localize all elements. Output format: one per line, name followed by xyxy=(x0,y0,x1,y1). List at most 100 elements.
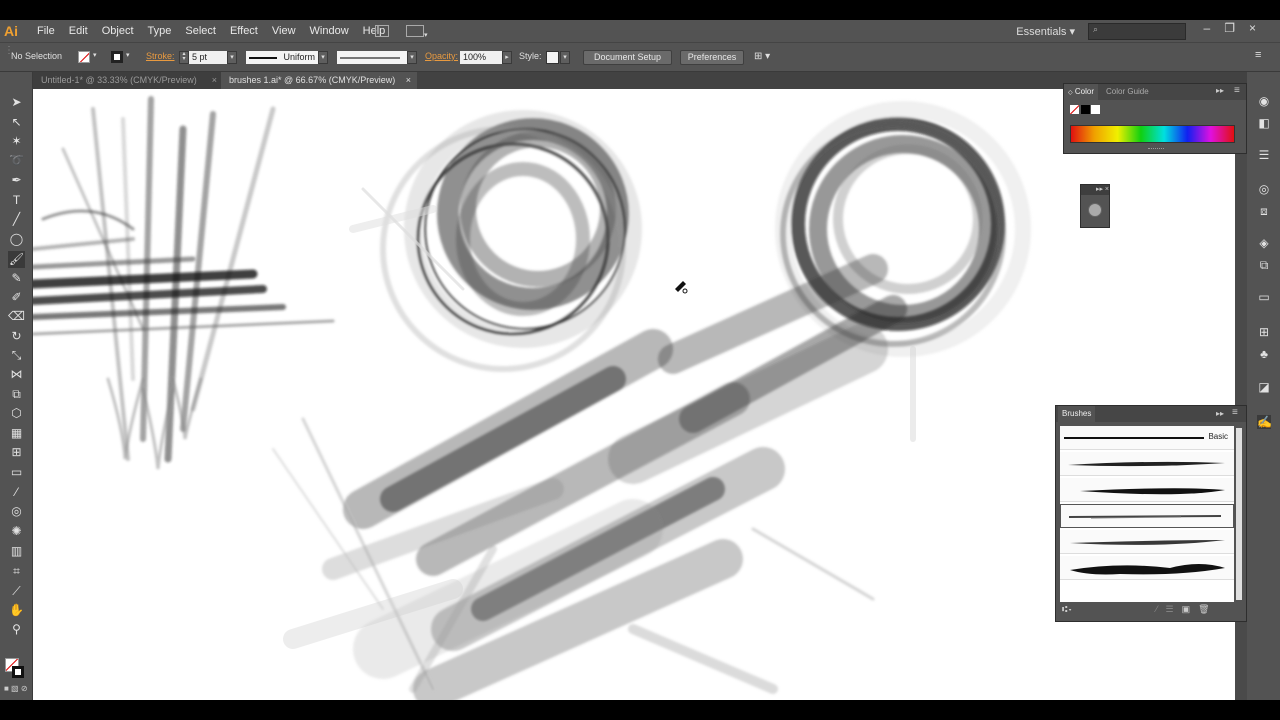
variable-width-profile[interactable]: Uniform xyxy=(246,51,318,64)
preferences-button[interactable]: Preferences xyxy=(680,50,744,65)
menu-file[interactable]: File xyxy=(30,25,62,37)
swatches-icon[interactable]: ☰ xyxy=(1257,148,1271,162)
slice-tool-icon[interactable]: ⟋ xyxy=(8,583,25,600)
collapse-panel-icon[interactable]: ▸▸ xyxy=(1216,409,1224,418)
type-tool-icon[interactable]: T xyxy=(8,192,25,209)
color-guide-icon[interactable]: ◧ xyxy=(1257,116,1271,130)
arrange-documents-icon[interactable]: ▾ xyxy=(406,25,428,40)
brush-libraries-menu-icon[interactable]: ⑆▾ xyxy=(1062,604,1073,614)
shape-builder-tool-icon[interactable]: ⬡ xyxy=(8,405,25,422)
options-icon[interactable]: ☰ xyxy=(1166,604,1182,614)
scale-tool-icon[interactable]: ⤡ xyxy=(8,347,25,364)
gradient-tool-icon[interactable]: ▭ xyxy=(8,464,25,481)
line-tool-icon[interactable]: ╱ xyxy=(8,211,25,228)
color-mode-icons[interactable]: ■ ▧ ⊘ xyxy=(4,684,30,694)
tab-untitled-1[interactable]: Untitled-1* @ 33.33% (CMYK/Preview) × xyxy=(33,72,223,89)
tab-color[interactable]: ◇ Color xyxy=(1064,84,1098,100)
remove-stroke-icon[interactable]: ⁄ xyxy=(1156,604,1166,614)
brush-row[interactable] xyxy=(1060,556,1234,580)
blend-tool-icon[interactable]: ◎ xyxy=(8,503,25,520)
stroke-color-swatch[interactable] xyxy=(12,666,24,678)
artboards-icon[interactable]: ⧉ xyxy=(1257,258,1271,272)
close-icon[interactable]: × xyxy=(406,72,411,89)
stroke-dropdown-icon[interactable]: ▾ xyxy=(126,51,130,59)
pen-tool-icon[interactable]: ✒ xyxy=(8,172,25,189)
artboard-tool-icon[interactable]: ⌗ xyxy=(8,563,25,580)
tab-color-guide[interactable]: Color Guide xyxy=(1102,84,1153,100)
graphic-style-swatch[interactable] xyxy=(546,51,559,64)
color-panel-icon[interactable]: ◉ xyxy=(1257,94,1271,108)
delete-brush-icon[interactable]: 🗑 xyxy=(1198,604,1217,614)
color-spectrum-bar[interactable] xyxy=(1070,125,1235,143)
brush-definition-dropdown[interactable]: ▾ xyxy=(407,51,417,64)
layers-icon[interactable]: ◈ xyxy=(1257,236,1271,250)
ellipse-tool-icon[interactable]: ◯ xyxy=(8,231,25,248)
stroke-label[interactable]: Stroke: xyxy=(146,51,175,61)
brush-row[interactable] xyxy=(1060,478,1234,502)
pathfinder-icon[interactable]: ◪ xyxy=(1257,380,1271,394)
black-swatch[interactable] xyxy=(1081,105,1090,114)
blob-brush-tool-icon[interactable]: ✐ xyxy=(8,289,25,306)
brush-row-selected[interactable] xyxy=(1060,504,1234,528)
stroke-stepper[interactable]: ▴ ▾ xyxy=(179,51,189,64)
menu-view[interactable]: View xyxy=(265,25,303,37)
stroke-swatch[interactable] xyxy=(111,51,123,63)
tab-brushes[interactable]: Brushes xyxy=(1058,406,1096,422)
search-input[interactable]: ⌕ xyxy=(1088,23,1186,40)
arrange-icon[interactable]: ⊞ ▾ xyxy=(754,51,770,62)
close-icon[interactable]: × xyxy=(212,72,217,89)
menu-edit[interactable]: Edit xyxy=(62,25,95,37)
brush-definition[interactable] xyxy=(337,51,407,64)
appearance-icon[interactable]: ◎ xyxy=(1257,182,1271,196)
lasso-tool-icon[interactable]: ➰ xyxy=(8,152,25,169)
maximize-icon[interactable]: ❐ xyxy=(1224,21,1249,35)
opacity-label[interactable]: Opacity: xyxy=(425,51,458,61)
mesh-tool-icon[interactable]: ⊞ xyxy=(8,444,25,461)
graphic-styles-icon[interactable]: ⧈ xyxy=(1257,204,1271,218)
none-swatch[interactable] xyxy=(1070,105,1079,114)
stroke-weight-field[interactable]: 5 pt xyxy=(189,51,227,64)
symbol-sprayer-tool-icon[interactable]: ✺ xyxy=(8,523,25,540)
brush-row[interactable] xyxy=(1060,530,1234,554)
document-setup-button[interactable]: Document Setup xyxy=(583,50,672,65)
minimize-icon[interactable]: – xyxy=(1204,21,1225,35)
brush-row-basic[interactable]: Basic xyxy=(1060,426,1234,450)
panel-menu-icon[interactable]: ≡ xyxy=(1234,85,1240,96)
brush-row[interactable] xyxy=(1060,452,1234,476)
tab-brushes-1[interactable]: brushes 1.ai* @ 66.67% (CMYK/Preview) × xyxy=(221,72,417,89)
brush-list-scrollbar[interactable] xyxy=(1236,428,1242,600)
workspace-switcher[interactable]: Essentials ▾ xyxy=(1016,25,1075,38)
menu-select[interactable]: Select xyxy=(178,25,223,37)
new-brush-icon[interactable]: ▣ xyxy=(1182,604,1199,614)
gradient-icon[interactable]: ▭ xyxy=(1257,290,1271,304)
rotate-tool-icon[interactable]: ↻ xyxy=(8,328,25,345)
bridge-icon[interactable] xyxy=(375,25,389,40)
symbols-icon[interactable]: ♣ xyxy=(1257,347,1271,361)
transform-icon[interactable]: ⊞ xyxy=(1257,325,1271,339)
paintbrush-tool-icon[interactable]: 🖌 xyxy=(8,251,25,268)
panel-menu-icon[interactable]: ≡ xyxy=(1232,407,1238,418)
eyedropper-tool-icon[interactable]: ⁄ xyxy=(8,484,25,501)
perspective-grid-tool-icon[interactable]: ▦ xyxy=(8,425,25,442)
menu-object[interactable]: Object xyxy=(95,25,141,37)
menu-window[interactable]: Window xyxy=(303,25,356,37)
fill-dropdown-icon[interactable]: ▾ xyxy=(93,51,97,59)
column-graph-tool-icon[interactable]: ▥ xyxy=(8,543,25,560)
opacity-dropdown[interactable]: ▸ xyxy=(502,51,512,64)
menu-effect[interactable]: Effect xyxy=(223,25,265,37)
opacity-field[interactable]: 100% xyxy=(460,51,502,64)
close-icon[interactable]: × xyxy=(1249,21,1270,35)
white-swatch[interactable] xyxy=(1091,105,1100,114)
hand-tool-icon[interactable]: ✋ xyxy=(8,602,25,619)
style-dropdown[interactable]: ▾ xyxy=(560,51,570,64)
eraser-tool-icon[interactable]: ⌫ xyxy=(8,308,25,325)
menu-type[interactable]: Type xyxy=(141,25,179,37)
magic-wand-tool-icon[interactable]: ✶ xyxy=(8,133,25,150)
symbols-icon[interactable] xyxy=(1088,203,1102,217)
brushes-panel-icon[interactable]: ✍ xyxy=(1257,415,1272,429)
free-transform-tool-icon[interactable]: ⧉ xyxy=(8,386,25,403)
pencil-tool-icon[interactable]: ✎ xyxy=(8,270,25,287)
fill-swatch[interactable] xyxy=(78,51,90,63)
direct-selection-tool-icon[interactable]: ↖ xyxy=(8,114,25,131)
selection-tool-icon[interactable]: ➤ xyxy=(8,94,25,111)
